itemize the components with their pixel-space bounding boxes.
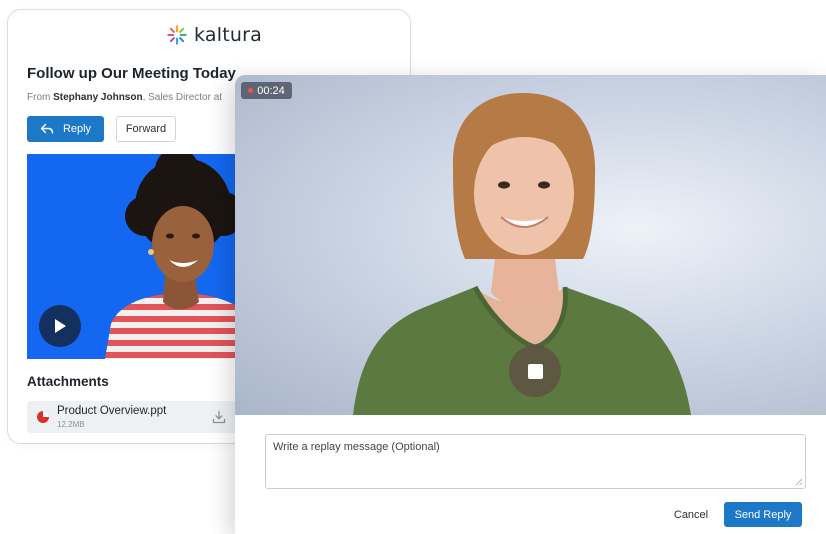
- play-button[interactable]: [39, 305, 81, 347]
- stop-icon: [527, 363, 543, 379]
- send-reply-button[interactable]: Send Reply: [724, 502, 802, 527]
- play-icon: [55, 319, 66, 333]
- reply-button[interactable]: Reply: [27, 116, 104, 142]
- camera-preview: 00:24: [235, 75, 826, 415]
- kaltura-sparkle-icon: [167, 25, 187, 45]
- from-label: From: [27, 92, 51, 103]
- kaltura-logo: kaltura: [166, 24, 262, 46]
- email-sender-line: From Stephany Johnson, Sales Director at: [27, 92, 222, 103]
- reply-message-input[interactable]: [265, 434, 806, 489]
- reply-label: Reply: [62, 123, 92, 135]
- download-icon[interactable]: [212, 410, 226, 424]
- attachment-name: Product Overview.ppt: [57, 405, 167, 417]
- stop-recording-button[interactable]: [509, 345, 561, 397]
- resize-handle-icon[interactable]: [795, 478, 803, 486]
- ppt-file-icon: [37, 411, 49, 423]
- email-subject: Follow up Our Meeting Today: [27, 65, 236, 82]
- attachments-heading: Attachments: [27, 374, 109, 389]
- email-video-thumbnail[interactable]: [27, 154, 247, 359]
- attachment-item[interactable]: Product Overview.ppt 12.2MB: [27, 401, 237, 433]
- attachment-size: 12.2MB: [57, 420, 85, 429]
- recording-dot-icon: [248, 88, 254, 93]
- sender-role: , Sales Director at: [142, 92, 223, 103]
- cancel-button[interactable]: Cancel: [666, 502, 716, 527]
- sender-name: Stephany Johnson: [53, 92, 143, 103]
- recording-timer: 00:24: [241, 82, 292, 99]
- timer-value: 00:24: [257, 84, 285, 97]
- reply-arrow-icon: [40, 123, 54, 134]
- forward-button[interactable]: Forward: [116, 116, 176, 142]
- video-reply-recorder: 00:24 Cancel Send Reply: [235, 75, 826, 534]
- brand-name: kaltura: [194, 24, 262, 46]
